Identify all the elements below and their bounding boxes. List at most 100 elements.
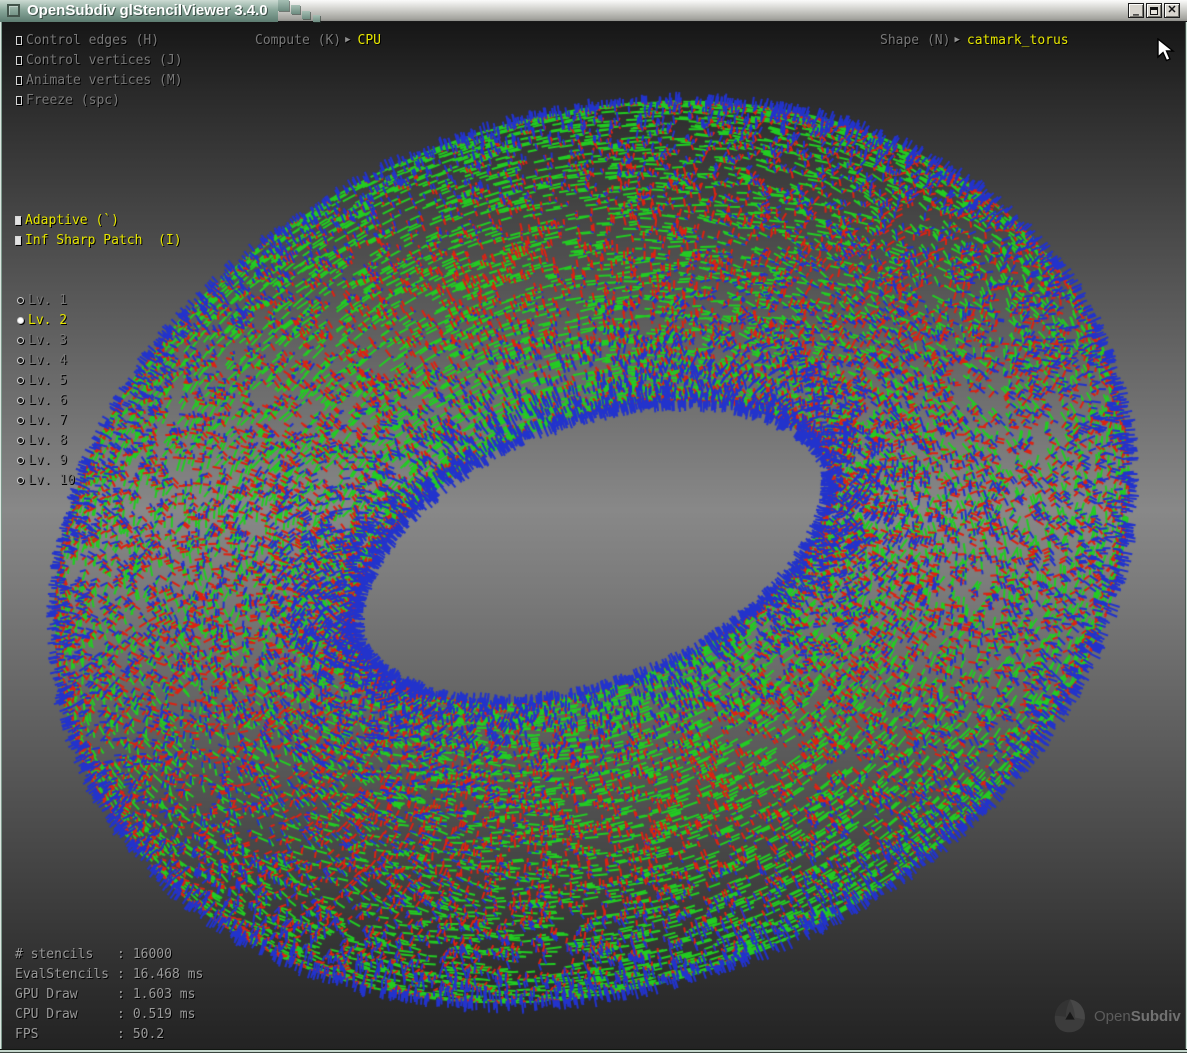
pulldown-arrow-icon: ▶ — [345, 35, 350, 45]
stat-colon: : — [117, 967, 125, 981]
radio-level-3[interactable]: Lv. 3 — [17, 333, 67, 347]
radio-icon — [17, 437, 24, 444]
radio-icon — [17, 457, 24, 464]
shape-label: Shape (N) — [880, 33, 950, 48]
stat-eval-stencils: EvalStencils:16.468 ms — [15, 967, 203, 981]
radio-level-10[interactable]: Lv. 10 — [17, 473, 75, 487]
stencil-torus-canvas[interactable] — [2, 22, 1185, 1049]
radio-label: Lv. 2 — [28, 313, 67, 328]
radio-label: Lv. 8 — [28, 433, 67, 448]
opensubdiv-logo: OpenSubdiv — [1052, 998, 1181, 1034]
radio-level-4[interactable]: Lv. 4 — [17, 353, 67, 367]
radio-level-9[interactable]: Lv. 9 — [17, 453, 67, 467]
stat-value: 0.519 ms — [133, 1007, 196, 1021]
close-button[interactable]: ✕ — [1164, 3, 1180, 18]
toggle-inf-sharp-patch[interactable]: Inf Sharp Patch (I) — [15, 233, 182, 247]
toggle-control-vertices[interactable]: Control vertices (J) — [16, 53, 183, 67]
radio-label: Lv. 4 — [28, 353, 67, 368]
checkbox-icon — [16, 56, 22, 65]
stat-value: 16000 — [133, 947, 172, 961]
stat-label: CPU Draw — [15, 1007, 117, 1021]
toggle-label: Freeze (spc) — [26, 93, 120, 108]
radio-label: Lv. 5 — [28, 373, 67, 388]
titlebar-dither — [278, 0, 289, 11]
stat-colon: : — [117, 947, 125, 961]
stat-gpu-draw: GPU Draw:1.603 ms — [15, 987, 195, 1001]
toggle-label: Control vertices (J) — [26, 53, 183, 68]
radio-icon — [17, 377, 24, 384]
radio-level-7[interactable]: Lv. 7 — [17, 413, 67, 427]
compute-label: Compute (K) — [255, 33, 341, 48]
stat-colon: : — [117, 1027, 125, 1041]
titlebar-dither — [302, 11, 310, 19]
toggle-label: Animate vertices (M) — [26, 73, 183, 88]
opensubdiv-pinwheel-icon — [1052, 998, 1088, 1034]
minimize-button[interactable]: – — [1128, 3, 1144, 18]
radio-icon — [17, 337, 24, 344]
toggle-adaptive[interactable]: Adaptive (`) — [15, 213, 119, 227]
checkbox-icon — [16, 36, 22, 45]
toggle-freeze[interactable]: Freeze (spc) — [16, 93, 120, 107]
stat-value: 1.603 ms — [133, 987, 196, 1001]
toggle-label: Control edges (H) — [26, 33, 159, 48]
maximize-icon — [1150, 7, 1158, 15]
checkbox-icon — [15, 236, 21, 245]
radio-icon — [17, 317, 24, 324]
logo-open-text: Open — [1094, 1008, 1131, 1025]
shape-pulldown[interactable]: Shape (N) ▶ catmark_torus — [880, 33, 1069, 47]
compute-value: CPU — [358, 33, 381, 48]
pulldown-arrow-icon: ▶ — [954, 35, 959, 45]
radio-icon — [17, 417, 24, 424]
toggle-label: Inf Sharp Patch (I) — [25, 233, 182, 248]
compute-pulldown[interactable]: Compute (K) ▶ CPU — [255, 33, 381, 47]
radio-level-2[interactable]: Lv. 2 — [17, 313, 67, 327]
checkbox-icon — [15, 216, 21, 225]
viewport-background — [2, 22, 1185, 1049]
stat-fps: FPS:50.2 — [15, 1027, 164, 1041]
radio-icon — [17, 477, 24, 484]
stat-label: GPU Draw — [15, 987, 117, 1001]
stat-colon: : — [117, 987, 125, 1001]
checkbox-icon — [16, 76, 22, 85]
radio-label: Lv. 1 — [28, 293, 67, 308]
minimize-icon: – — [1133, 8, 1140, 20]
titlebar-dither — [313, 15, 320, 22]
stat-num-stencils: # stencils:16000 — [15, 947, 172, 961]
stat-value: 16.468 ms — [133, 967, 203, 981]
titlebar[interactable]: OpenSubdiv glStencilViewer 3.4.0 – ✕ — [0, 0, 1187, 22]
close-icon: ✕ — [1167, 5, 1176, 16]
radio-label: Lv. 10 — [28, 473, 75, 488]
titlebar-dither — [291, 5, 300, 14]
stat-label: # stencils — [15, 947, 117, 961]
radio-label: Lv. 6 — [28, 393, 67, 408]
window-border-left — [0, 22, 2, 1053]
toggle-label: Adaptive (`) — [25, 213, 119, 228]
radio-label: Lv. 7 — [28, 413, 67, 428]
stat-colon: : — [117, 1007, 125, 1021]
window-menu-icon[interactable] — [7, 4, 20, 17]
stat-label: FPS — [15, 1027, 117, 1041]
stat-value: 50.2 — [133, 1027, 164, 1041]
checkbox-icon — [16, 96, 22, 105]
radio-level-8[interactable]: Lv. 8 — [17, 433, 67, 447]
stat-label: EvalStencils — [15, 967, 117, 981]
app-window: OpenSubdiv glStencilViewer 3.4.0 – ✕ Con… — [0, 0, 1187, 1053]
logo-subdiv-text: Subdiv — [1131, 1008, 1181, 1025]
radio-level-6[interactable]: Lv. 6 — [17, 393, 67, 407]
stat-cpu-draw: CPU Draw:0.519 ms — [15, 1007, 195, 1021]
toggle-control-edges[interactable]: Control edges (H) — [16, 33, 159, 47]
shape-value: catmark_torus — [967, 33, 1069, 48]
maximize-button[interactable] — [1146, 3, 1162, 18]
radio-level-5[interactable]: Lv. 5 — [17, 373, 67, 387]
radio-level-1[interactable]: Lv. 1 — [17, 293, 67, 307]
toggle-animate-vertices[interactable]: Animate vertices (M) — [16, 73, 183, 87]
window-border-bottom — [0, 1049, 1187, 1053]
radio-icon — [17, 357, 24, 364]
radio-label: Lv. 9 — [28, 453, 67, 468]
opensubdiv-wordmark: OpenSubdiv — [1094, 1008, 1181, 1025]
mouse-cursor-icon — [1156, 38, 1176, 64]
radio-icon — [17, 397, 24, 404]
window-title: OpenSubdiv glStencilViewer 3.4.0 — [27, 2, 268, 19]
radio-icon — [17, 297, 24, 304]
radio-label: Lv. 3 — [28, 333, 67, 348]
